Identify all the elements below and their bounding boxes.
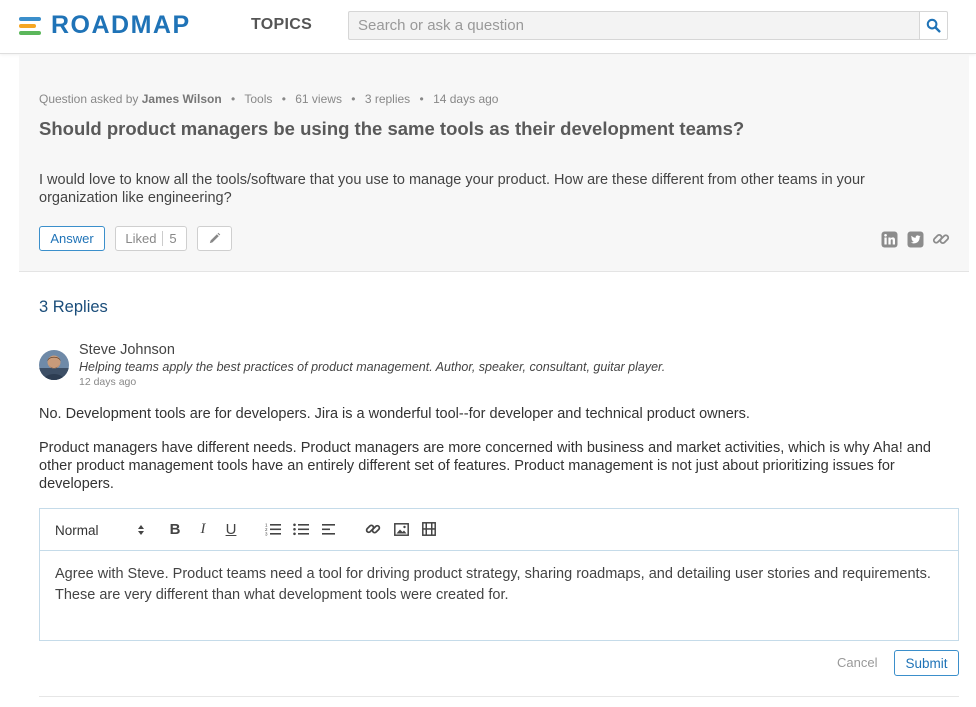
reply-age: 12 days ago <box>79 376 137 388</box>
like-button[interactable]: Liked 5 <box>115 226 187 251</box>
question-views: 61 views <box>295 92 342 106</box>
italic-icon[interactable]: I <box>195 521 211 537</box>
search-button[interactable] <box>919 11 948 40</box>
logo-text: ROADMAP <box>51 10 191 39</box>
logo-bars-icon <box>19 15 41 35</box>
select-arrows-icon <box>138 525 144 535</box>
search-input[interactable] <box>348 11 920 40</box>
cancel-button[interactable]: Cancel <box>837 655 877 670</box>
video-icon[interactable] <box>421 521 437 537</box>
bold-icon[interactable]: B <box>167 521 183 538</box>
search-icon <box>926 18 941 33</box>
question-title: Should product managers be using the sam… <box>39 118 745 139</box>
submit-button[interactable]: Submit <box>894 650 959 676</box>
reply-author-tagline: Helping teams apply the best practices o… <box>79 360 666 374</box>
question-panel: Question asked by James Wilson • Tools •… <box>19 55 969 272</box>
link-icon[interactable] <box>365 521 381 537</box>
align-icon[interactable] <box>321 521 337 537</box>
liked-count: 5 <box>169 231 177 246</box>
question-meta: Question asked by James Wilson • Tools •… <box>39 92 499 106</box>
underline-icon[interactable]: U <box>223 521 239 538</box>
replies-heading: 3 Replies <box>39 298 108 316</box>
edit-button[interactable] <box>197 226 232 251</box>
question-age: 14 days ago <box>433 92 499 106</box>
question-author-link[interactable]: James Wilson <box>142 92 222 106</box>
reply-editor: Normal B I U 1 2 3 Agree with Steve. Pro… <box>39 508 959 641</box>
question-body: I would love to know all the tools/softw… <box>39 172 865 206</box>
ordered-list-icon[interactable]: 1 2 3 <box>265 521 281 537</box>
reply-author-name[interactable]: Steve Johnson <box>79 342 175 358</box>
answer-button[interactable]: Answer <box>39 226 105 251</box>
divider <box>39 696 959 697</box>
roadmap-logo[interactable]: ROADMAP <box>19 10 191 39</box>
question-topic-link[interactable]: Tools <box>244 92 272 106</box>
editor-textarea[interactable]: Agree with Steve. Product teams need a t… <box>55 564 935 606</box>
search-bar <box>348 11 948 40</box>
link-icon[interactable] <box>932 230 950 248</box>
reply-paragraph: No. Development tools are for developers… <box>39 406 750 422</box>
nav-topics-link[interactable]: TOPICS <box>251 16 312 34</box>
pencil-icon <box>209 232 221 244</box>
avatar[interactable] <box>39 350 69 380</box>
question-actions: Answer Liked 5 <box>39 226 232 251</box>
format-select-value: Normal <box>55 522 99 538</box>
twitter-icon[interactable] <box>906 230 924 248</box>
meta-prefix: Question asked by <box>39 92 139 106</box>
image-icon[interactable] <box>393 521 409 537</box>
question-replies-count: 3 replies <box>364 92 411 106</box>
editor-toolbar: Normal B I U 1 2 3 <box>40 509 958 551</box>
linkedin-icon[interactable] <box>880 230 898 248</box>
reply-paragraph: Product managers have different needs. P… <box>39 440 931 492</box>
liked-label: Liked <box>125 231 157 246</box>
bullet-list-icon[interactable] <box>293 521 309 537</box>
format-select[interactable]: Normal <box>55 520 145 540</box>
top-navigation-bar: ROADMAP TOPICS <box>0 0 976 54</box>
svg-text:3: 3 <box>265 532 268 537</box>
share-icons <box>880 230 950 248</box>
